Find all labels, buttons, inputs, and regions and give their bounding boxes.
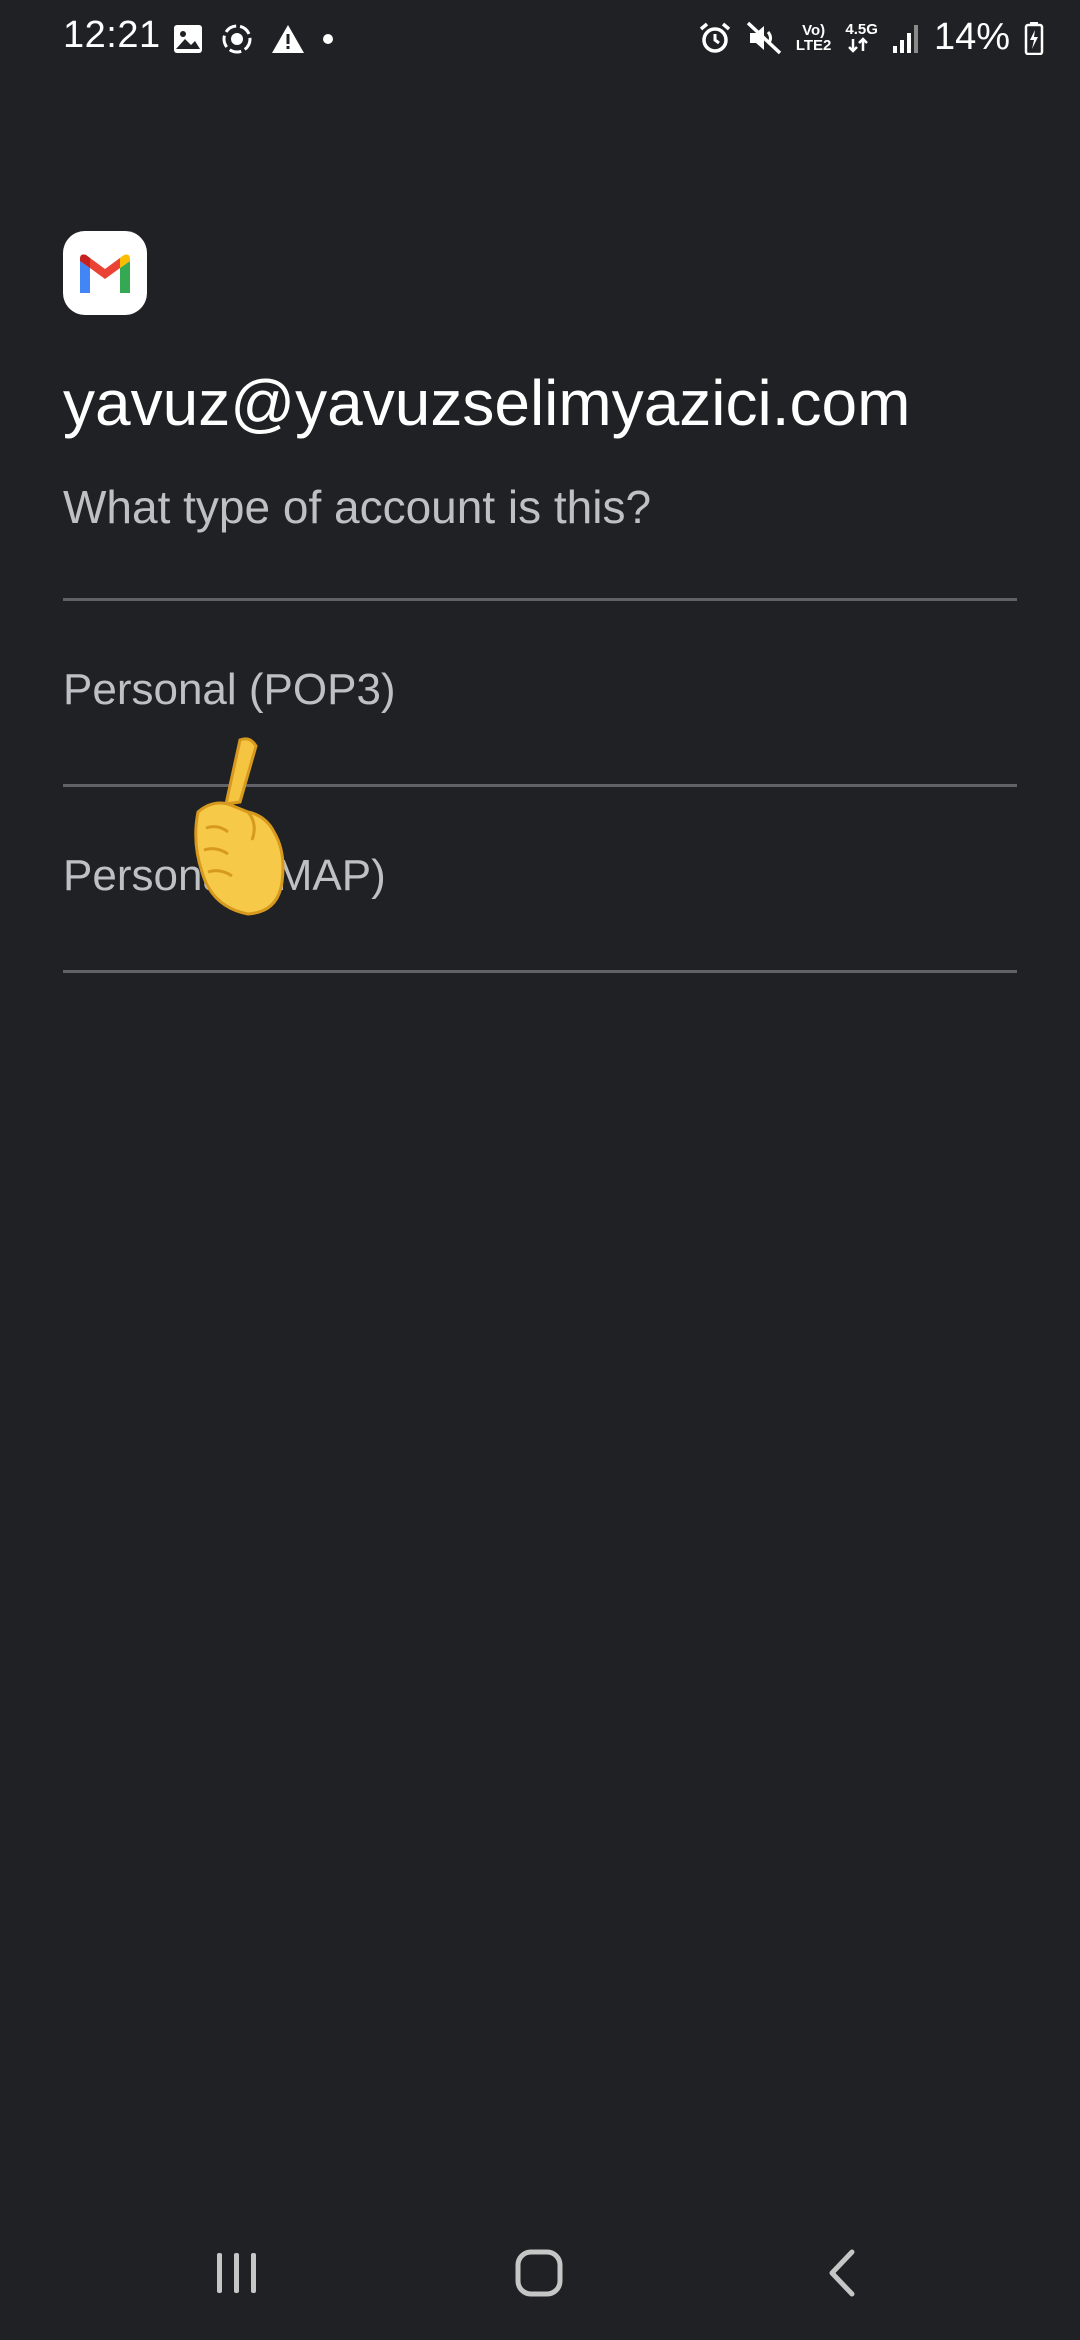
home-button[interactable]: [494, 2230, 584, 2320]
volte-icon: Vo) LTE2: [795, 21, 832, 54]
account-email: yavuz@yavuzselimyazici.com: [63, 367, 911, 439]
navigation-bar: [0, 2200, 1080, 2340]
gmail-logo: [63, 231, 147, 315]
warning-icon: [270, 23, 306, 55]
divider: [63, 970, 1017, 973]
status-time: 12:21: [63, 14, 161, 56]
dot-icon: [322, 33, 334, 45]
account-type-question: What type of account is this?: [63, 481, 652, 533]
image-icon: [172, 23, 204, 55]
battery-percent: 14%: [933, 16, 1010, 58]
alarm-icon: [698, 21, 732, 55]
option-label: Personal (POP3): [63, 665, 396, 714]
home-icon: [514, 2248, 564, 2303]
pointing-hand-icon: [178, 732, 288, 917]
battery-icon: [1024, 21, 1044, 55]
status-bar: 12:21 Vo) LTE2 4.5G 14%: [0, 0, 1080, 80]
back-button[interactable]: [797, 2230, 887, 2320]
recents-button[interactable]: [192, 2230, 282, 2320]
status-system-icons: Vo) LTE2 4.5G 14%: [698, 16, 1044, 59]
status-notification-icons: [172, 22, 334, 56]
network-4-5g-icon: 4.5G: [845, 22, 878, 53]
recents-icon: [214, 2251, 260, 2300]
screen-record-icon: [220, 22, 254, 56]
signal-icon: [892, 22, 920, 54]
mute-icon: [746, 21, 782, 55]
back-icon: [824, 2248, 860, 2303]
